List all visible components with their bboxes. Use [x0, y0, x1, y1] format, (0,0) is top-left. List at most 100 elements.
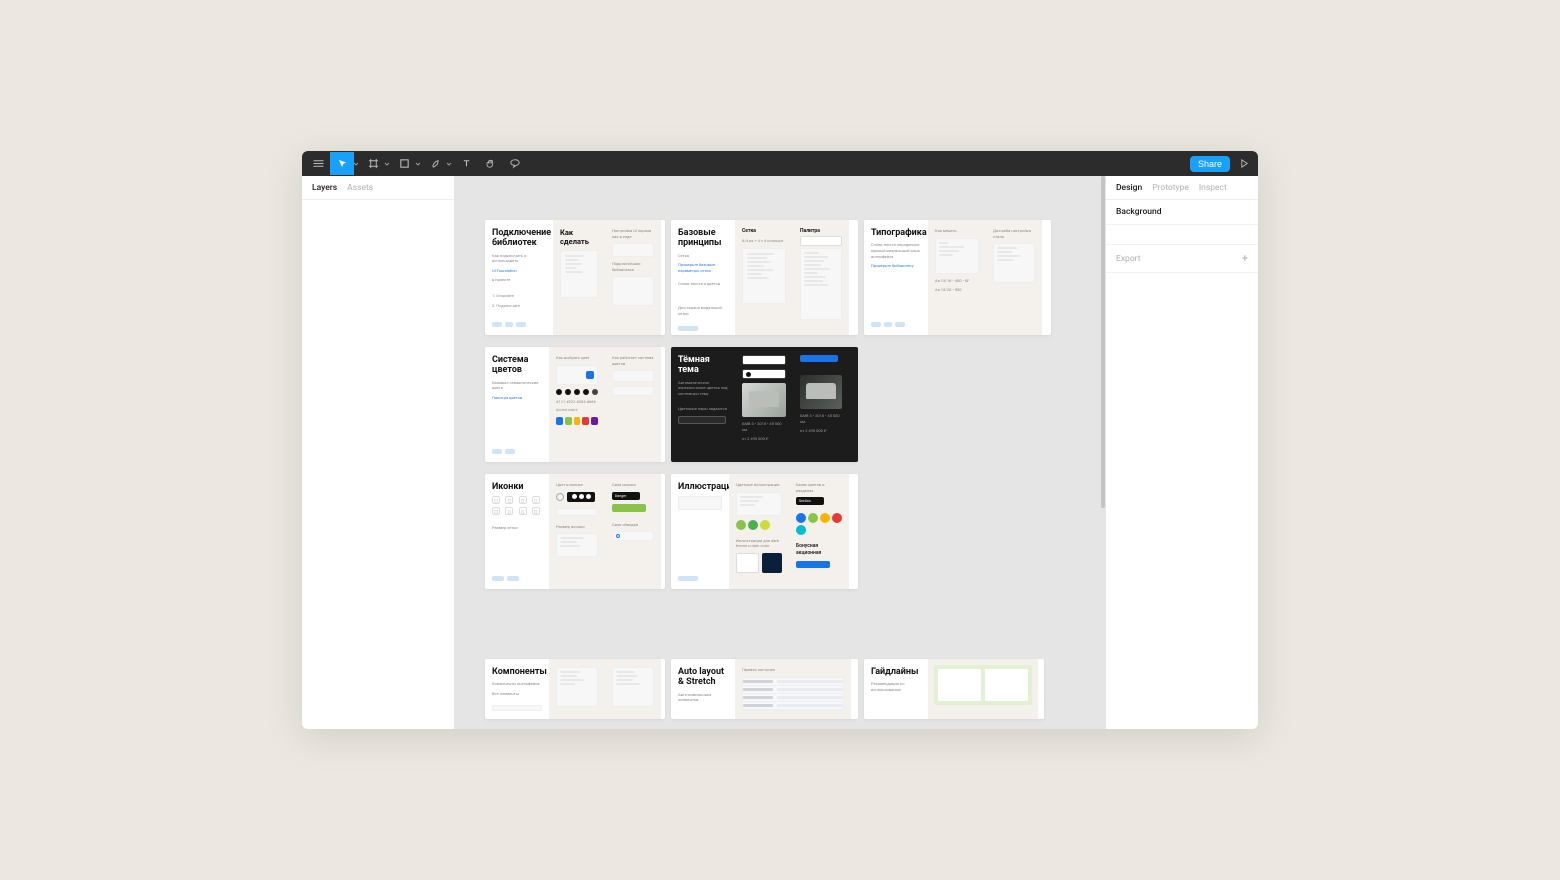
export-row[interactable]: Export + — [1106, 245, 1258, 273]
frame-title: Подключение библиотек — [492, 228, 546, 249]
body-text: Своя обводка — [612, 522, 654, 528]
tab-inspect[interactable]: Inspect — [1199, 183, 1227, 193]
frame-title: Auto layout & Stretch — [678, 667, 728, 688]
body-text: Aa 13/16 • 400 • SF — [935, 278, 979, 284]
tab-prototype[interactable]: Prototype — [1152, 183, 1189, 193]
black-tag: Section — [796, 497, 824, 505]
body-text: Подключённая библиотека — [612, 261, 654, 272]
frame-guidelines[interactable]: Гайдлайны Рекомендации по использованию — [864, 659, 1044, 719]
toolbar: Share — [302, 151, 1258, 176]
body-text: Как менять — [935, 228, 979, 234]
left-tabs: Layers Assets — [302, 176, 454, 200]
body-text: БМВ 3 • 2018 • 45 000 км — [800, 413, 842, 424]
frame-autolayout[interactable]: Auto layout & Stretch Авто-компоновка эл… — [671, 659, 858, 719]
black-tag: Danger — [612, 492, 640, 500]
frame-libraries[interactable]: Подключение библиотек Как подключить и и… — [485, 220, 665, 335]
body-text: Как подключить и использовать — [492, 253, 546, 264]
subhead: Как сделать — [560, 228, 598, 246]
body-text: Размер сетки — [492, 525, 542, 531]
frame-colors[interactable]: Система цветов Базовые семантические цве… — [485, 347, 665, 462]
plus-icon[interactable]: + — [1242, 252, 1248, 265]
comment-tool[interactable] — [502, 152, 526, 175]
hand-tool[interactable] — [478, 152, 502, 175]
menu-icon[interactable] — [306, 152, 330, 175]
subtitle: Бонусная акционная — [796, 543, 842, 557]
body-text: Стили текста определяют единый визуальны… — [871, 242, 921, 259]
body-text: Пример настроек — [742, 667, 844, 673]
body-text: от 2 490 000 ₽ — [742, 436, 786, 442]
color-dots — [556, 389, 598, 395]
row-1: Подключение библиотек Как подключить и и… — [485, 220, 1075, 335]
body-text: #111 #222 #333 #666 — [556, 399, 598, 405]
illus-palette — [736, 520, 782, 530]
frame-title: Иконки — [492, 482, 542, 492]
car-image-dark — [800, 375, 842, 409]
right-tabs: Design Prototype Inspect — [1106, 176, 1258, 200]
body-text: Компоненты интерфейса — [492, 681, 542, 687]
subhead: Сетка — [742, 228, 786, 234]
frame-title: Система цветов — [492, 355, 542, 376]
left-panel: Layers Assets — [302, 176, 455, 729]
body-text: Своя иконка — [612, 482, 654, 488]
present-icon[interactable] — [1234, 159, 1254, 168]
tab-layers[interactable]: Layers — [312, 183, 337, 193]
figma-window: Share Layers Assets Подключение библиоте… — [302, 151, 1258, 729]
subhead: Палитра — [800, 228, 842, 234]
body-text: Aa 15/20 • 500 — [935, 287, 979, 293]
accent-colors — [556, 417, 598, 425]
body-text: Как работает система цветов — [612, 355, 654, 366]
body-text: в проекте — [492, 277, 546, 283]
body-text: Цвет в иконке — [556, 482, 598, 488]
move-tool-chevron[interactable] — [351, 152, 361, 175]
background-row[interactable]: Background — [1106, 200, 1258, 225]
pen-tool-chevron[interactable] — [444, 152, 454, 175]
body-text: Все элементы — [492, 691, 542, 697]
frame-dark-theme[interactable]: Тёмная тема Автоматическое переключение … — [671, 347, 858, 462]
row-2: Система цветов Базовые семантические цве… — [485, 347, 1075, 462]
body-text: Для экрана модальной сетки — [678, 305, 728, 316]
scrollbar-thumb[interactable] — [1101, 176, 1105, 508]
canvas[interactable]: Подключение библиотек Как подключить и и… — [455, 176, 1105, 729]
body-text: Иллюстрации для dark theme и dark color — [736, 538, 782, 549]
text-tool[interactable] — [454, 152, 478, 175]
body-text: Цветные иллюстрации — [736, 482, 782, 488]
body-text: Рекомендации по использованию — [871, 681, 921, 692]
body-text: Базовые семантические цвета — [492, 380, 542, 391]
body-text: Стили текста и цветов — [678, 281, 728, 287]
body-text: Для веба настройка стиля — [993, 228, 1035, 239]
scrollbar[interactable] — [1101, 176, 1105, 729]
body-text: Базис цветов в разделах — [796, 482, 842, 493]
body-text: Как выбрать цвет — [556, 355, 598, 361]
body-text: Сетка — [678, 253, 728, 259]
frame-title: Иллюстрации — [678, 482, 722, 492]
body-link: Проверьте базовые параметры сетки — [678, 262, 728, 273]
body-text: Accent colors — [556, 408, 598, 413]
frame-illustrations[interactable]: Иллюстрации Цветные иллюстрации Иллюстра… — [671, 474, 858, 589]
body-link: Палитра цветов — [492, 395, 542, 401]
body-link: Проверьте библиотеку — [871, 263, 921, 269]
frame-typography[interactable]: Типографика Стили текста определяют един… — [864, 220, 1051, 335]
frame-title: Компоненты — [492, 667, 542, 677]
body-text: Настройка UI экрана как в коде — [612, 228, 654, 239]
body-text: от 2 490 000 ₽ — [800, 428, 842, 434]
shape-tool-chevron[interactable] — [413, 152, 423, 175]
icon-grid: ◻◻◻◻ ◻◻◻◻ — [492, 496, 542, 515]
tab-assets[interactable]: Assets — [347, 183, 373, 193]
body-text: Цветовые пары задаются — [678, 406, 728, 412]
share-button[interactable]: Share — [1190, 156, 1230, 172]
frame-icons[interactable]: Иконки ◻◻◻◻ ◻◻◻◻ Размер сетки Цвет в ико… — [485, 474, 665, 589]
body-text: 2. Подключите — [492, 303, 546, 309]
frame-title: Тёмная тема — [678, 355, 728, 376]
frame-components[interactable]: Компоненты Компоненты интерфейса Все эле… — [485, 659, 665, 719]
frame-title: Гайдлайны — [871, 667, 921, 677]
frame-title: Типографика — [871, 228, 921, 238]
body-text: 1. Откройте — [492, 293, 546, 299]
body-text: Автоматическое переключение цветов под с… — [678, 380, 728, 397]
body-text: БМВ 3 • 2018 • 45 000 км — [742, 421, 786, 432]
row-4: Компоненты Компоненты интерфейса Все эле… — [485, 659, 1075, 719]
frame-tool-chevron[interactable] — [382, 152, 392, 175]
body-text: 8/4 px + 4 × 4 колонки — [742, 238, 786, 244]
frame-title: Базовые принципы — [678, 228, 728, 249]
frame-basics[interactable]: Базовые принципы Сетка Проверьте базовые… — [671, 220, 858, 335]
tab-design[interactable]: Design — [1116, 183, 1142, 193]
